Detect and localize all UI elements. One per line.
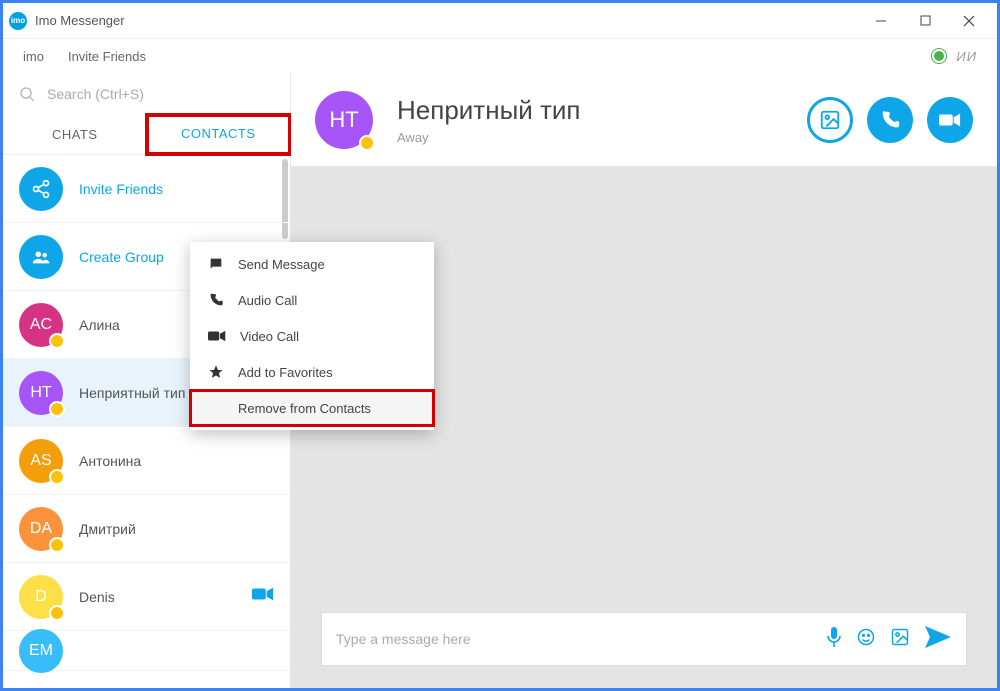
phone-icon (208, 292, 224, 308)
presence-away-icon (49, 537, 65, 553)
minimize-button[interactable] (859, 5, 903, 37)
presence-away-icon (49, 401, 65, 417)
menu-remove-contact[interactable]: Remove from Contacts (190, 390, 434, 426)
chat-header: HT Непритный тип Away (291, 73, 997, 167)
titlebar: imo Imo Messenger (3, 3, 997, 39)
avatar: EM (19, 629, 63, 673)
menu-audio-call[interactable]: Audio Call (190, 282, 434, 318)
message-icon (208, 256, 224, 272)
search-icon (19, 86, 35, 102)
app-icon: imo (9, 12, 27, 30)
menubar: imo Invite Friends ИИ (3, 39, 997, 73)
contact-name: Дмитрий (79, 521, 274, 537)
search-input[interactable]: Search (Ctrl+S) (3, 73, 290, 115)
sidebar-tabs: CHATS CONTACTS (3, 115, 290, 155)
message-composer (321, 612, 967, 666)
contact-row[interactable]: EM (3, 631, 290, 671)
user-initials[interactable]: ИИ (956, 49, 977, 64)
window-title: Imo Messenger (35, 13, 125, 28)
video-icon[interactable] (252, 586, 274, 607)
search-placeholder: Search (Ctrl+S) (47, 86, 144, 102)
chat-avatar[interactable]: HT (315, 91, 373, 149)
audio-call-button[interactable] (867, 97, 913, 143)
contact-row[interactable]: D Denis (3, 563, 290, 631)
video-call-button[interactable] (927, 97, 973, 143)
gallery-button[interactable] (807, 97, 853, 143)
emoji-icon[interactable] (856, 627, 876, 652)
contact-row[interactable]: AS Антонина (3, 427, 290, 495)
contact-name: Антонина (79, 453, 274, 469)
menu-imo[interactable]: imo (23, 49, 44, 64)
message-input[interactable] (336, 631, 812, 647)
presence-away-icon (49, 333, 65, 349)
mic-icon[interactable] (826, 626, 842, 653)
avatar: D (19, 575, 63, 619)
contact-name: Denis (79, 589, 252, 605)
image-icon[interactable] (890, 627, 910, 652)
chat-status: Away (397, 130, 581, 145)
menu-send-message[interactable]: Send Message (190, 246, 434, 282)
group-icon (19, 235, 63, 279)
invite-friends-label: Invite Friends (79, 181, 274, 197)
status-online-icon[interactable] (932, 49, 946, 63)
close-button[interactable] (947, 5, 991, 37)
menu-invite-friends[interactable]: Invite Friends (68, 49, 146, 64)
avatar: DA (19, 507, 63, 551)
avatar: HT (19, 371, 63, 415)
tab-contacts[interactable]: CONTACTS (147, 115, 291, 154)
maximize-button[interactable] (903, 5, 947, 37)
chat-title-block: Непритный тип Away (397, 95, 581, 145)
avatar: AC (19, 303, 63, 347)
chat-contact-name: Непритный тип (397, 95, 581, 126)
contact-row[interactable]: DA Дмитрий (3, 495, 290, 563)
presence-away-icon (359, 135, 375, 151)
sidebar-item-invite[interactable]: Invite Friends (3, 155, 290, 223)
star-icon (208, 364, 224, 380)
context-menu: Send Message Audio Call Video Call Add t… (190, 242, 434, 430)
video-icon (208, 329, 226, 343)
chat-header-actions (807, 97, 973, 143)
presence-away-icon (49, 605, 65, 621)
avatar: AS (19, 439, 63, 483)
menu-video-call[interactable]: Video Call (190, 318, 434, 354)
share-icon (19, 167, 63, 211)
main: Search (Ctrl+S) CHATS CONTACTS Invite Fr… (3, 73, 997, 688)
send-button[interactable] (924, 625, 952, 654)
tab-chats[interactable]: CHATS (3, 115, 147, 154)
presence-away-icon (49, 469, 65, 485)
menu-add-favorites[interactable]: Add to Favorites (190, 354, 434, 390)
